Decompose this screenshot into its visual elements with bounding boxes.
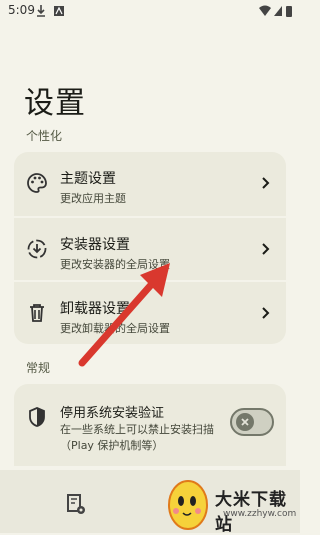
- theme-settings-item[interactable]: 主题设置 更改应用主题: [14, 152, 286, 216]
- watermark-url: www.zzhyw.com: [223, 509, 297, 519]
- install-icon: [27, 239, 47, 259]
- palette-icon: [27, 173, 47, 193]
- personalization-card: 主题设置 更改应用主题 安装器设置 更改安装器的全局设置 卸载器设置 更改卸载器…: [14, 152, 286, 344]
- chevron-right-icon: [262, 307, 270, 319]
- status-time: 5:09: [8, 3, 35, 17]
- watermark: 大米下载站 www.zzhyw.com: [165, 471, 300, 535]
- egg-mascot-logo: [168, 480, 208, 530]
- trash-icon: [30, 304, 44, 322]
- disable-verification-toggle[interactable]: [230, 408, 274, 436]
- theme-settings-title: 主题设置: [60, 171, 116, 187]
- general-card: 停用系统安装验证 在一些系统上可以禁止安装扫描（Play 保护机制等）: [14, 384, 286, 466]
- uninstaller-settings-subtitle: 更改卸载器的全局设置: [60, 322, 170, 335]
- section-header-personalization: 个性化: [26, 129, 63, 143]
- shield-icon: [29, 407, 45, 427]
- installer-settings-title: 安装器设置: [60, 237, 130, 253]
- disable-verification-description: 在一些系统上可以禁止安装扫描（Play 保护机制等）: [60, 423, 214, 452]
- close-icon: [241, 418, 249, 426]
- notification-icons: [37, 5, 64, 17]
- apps-settings-icon[interactable]: [58, 486, 94, 522]
- chevron-right-icon: [262, 177, 270, 189]
- status-bar: 5:09: [0, 0, 300, 22]
- disable-verification-item[interactable]: 停用系统安装验证 在一些系统上可以禁止安装扫描（Play 保护机制等）: [14, 384, 286, 466]
- signal-battery-icons: [259, 5, 292, 17]
- uninstaller-settings-title: 卸载器设置: [60, 301, 130, 317]
- theme-settings-subtitle: 更改应用主题: [60, 192, 126, 205]
- uninstaller-settings-item[interactable]: 卸载器设置 更改卸载器的全局设置: [14, 280, 286, 344]
- section-header-general: 常规: [26, 361, 51, 375]
- page-title: 设置: [24, 86, 86, 121]
- disable-verification-title: 停用系统安装验证: [60, 406, 165, 421]
- installer-settings-item[interactable]: 安装器设置 更改安装器的全局设置: [14, 216, 286, 282]
- installer-settings-subtitle: 更改安装器的全局设置: [60, 258, 170, 271]
- chevron-right-icon: [262, 243, 270, 255]
